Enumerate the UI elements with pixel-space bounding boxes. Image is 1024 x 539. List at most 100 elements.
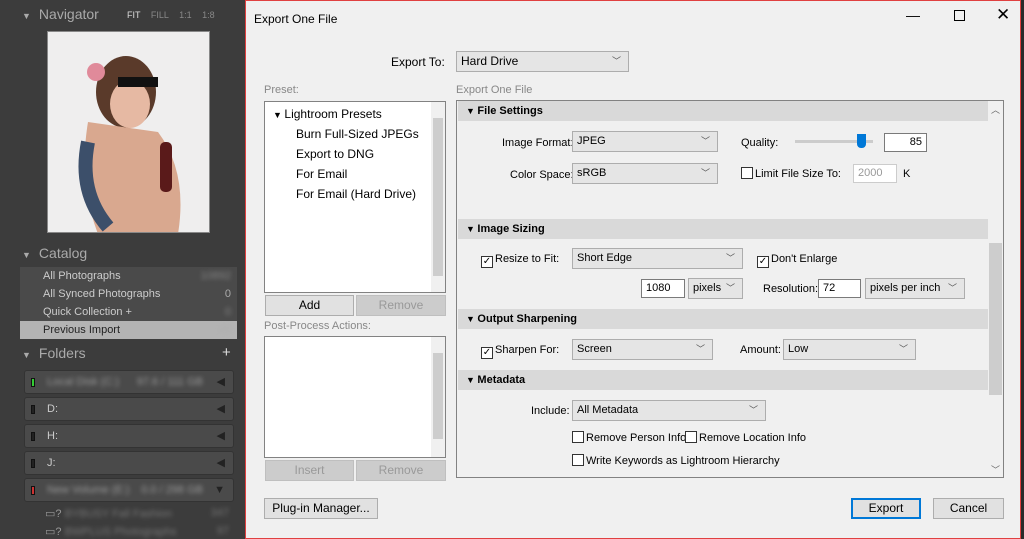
folder-drive[interactable]: New Volume (E:) 0.0 / 298 GB ▼ xyxy=(24,478,234,502)
export-to-select[interactable]: Hard Drive ﹀ xyxy=(456,51,629,72)
catalog-header[interactable]: ▼ Catalog xyxy=(22,245,87,261)
folder-drive[interactable]: J: ◀ xyxy=(24,451,234,475)
preset-item[interactable]: For Email (Hard Drive) xyxy=(296,187,416,201)
resize-to-fit-checkbox[interactable]: ✓ Resize to Fit: xyxy=(481,253,559,268)
subfolder-item[interactable]: ▭? BYBUSY Fall Fashion 347 xyxy=(45,507,235,520)
folder-drive[interactable]: Local Disk (C:) 97.6 / 111 GB ◀ xyxy=(24,370,234,394)
catalog-item-selected[interactable]: Previous Import 46 xyxy=(20,321,237,339)
limit-file-size-input[interactable]: 2000 xyxy=(853,164,897,183)
color-space-label: Color Space: xyxy=(510,169,574,181)
zoom-fit[interactable]: FIT xyxy=(127,10,140,20)
expand-arrow-icon: ◀ xyxy=(216,430,225,442)
dont-enlarge-checkbox[interactable]: ✓ Don't Enlarge xyxy=(757,253,837,268)
folders-header[interactable]: ▼ Folders xyxy=(22,345,86,361)
drive-label: D: xyxy=(47,403,58,415)
drive-label: J: xyxy=(47,457,56,469)
subfolder-label: BYBUSY Fall Fashion xyxy=(64,508,172,520)
export-button[interactable]: Export xyxy=(851,498,921,519)
amount-select[interactable]: Low ﹀ xyxy=(783,339,916,360)
scroll-down-icon[interactable]: ﹀ xyxy=(991,463,1000,476)
image-format-select[interactable]: JPEG ﹀ xyxy=(572,131,718,152)
cancel-button[interactable]: Cancel xyxy=(933,498,1004,519)
checkbox-label: Limit File Size To: xyxy=(755,168,841,180)
write-keywords-checkbox[interactable]: Write Keywords as Lightroom Hierarchy xyxy=(572,454,780,467)
scrollbar-thumb[interactable] xyxy=(433,118,443,276)
quality-slider[interactable] xyxy=(795,134,873,148)
catalog-item[interactable]: All Synced Photographs 0 xyxy=(20,285,237,303)
preset-scrollbar[interactable] xyxy=(431,102,445,292)
remove-person-info-checkbox[interactable]: Remove Person Info xyxy=(572,431,686,444)
select-value: pixels per inch xyxy=(870,282,941,294)
scrollbar-thumb[interactable] xyxy=(989,243,1002,395)
sharpen-for-checkbox[interactable]: ✓ Sharpen For: xyxy=(481,344,559,359)
remove-location-info-checkbox[interactable]: Remove Location Info xyxy=(685,431,806,444)
chevron-down-icon: ﹀ xyxy=(748,405,758,415)
drive-led-icon xyxy=(31,378,35,387)
subfolder-item[interactable]: ▭? BWPLUS Photographs 97 xyxy=(45,525,235,538)
limit-file-size-checkbox[interactable]: Limit File Size To: xyxy=(741,167,841,180)
select-value: pixels xyxy=(693,282,722,294)
resolution-label: Resolution: xyxy=(763,283,819,295)
catalog-item[interactable]: All Photographs 10892 xyxy=(20,267,237,285)
catalog-item-label: All Photographs xyxy=(43,270,121,282)
drive-led-icon xyxy=(31,432,35,441)
metadata-header[interactable]: ▼ Metadata xyxy=(458,370,988,390)
sharpen-for-select[interactable]: Screen ﹀ xyxy=(572,339,713,360)
export-panel-label: Export One File xyxy=(456,84,533,96)
preset-folder[interactable]: ▼ Lightroom Presets xyxy=(273,107,382,121)
preset-item[interactable]: Burn Full-Sized JPEGs xyxy=(296,127,419,141)
quality-slider-thumb[interactable] xyxy=(857,134,867,148)
collapse-triangle-icon: ▼ xyxy=(466,375,478,385)
plus-icon[interactable]: + xyxy=(222,344,231,361)
checkbox-label: Remove Location Info xyxy=(699,432,807,444)
scroll-up-icon[interactable]: ︿ xyxy=(991,103,1000,116)
chevron-down-icon: ﹀ xyxy=(611,56,621,66)
folder-drive[interactable]: H: ◀ xyxy=(24,424,234,448)
insert-button[interactable]: Insert xyxy=(265,460,354,481)
size-input[interactable]: 1080 xyxy=(641,279,685,298)
resize-mode-select[interactable]: Short Edge ﹀ xyxy=(572,248,743,269)
close-button[interactable]: ✕ xyxy=(996,5,1010,25)
catalog-item-count: 0 xyxy=(224,306,231,318)
preset-item[interactable]: Export to DNG xyxy=(296,147,374,161)
maximize-button[interactable] xyxy=(954,10,965,21)
quality-input[interactable]: 85 xyxy=(884,133,927,152)
drive-info: 0.0 / 298 GB xyxy=(141,484,203,496)
collapse-triangle-icon: ▼ xyxy=(22,350,31,360)
include-metadata-select[interactable]: All Metadata ﹀ xyxy=(572,400,766,421)
navigator-preview-image xyxy=(47,31,210,233)
remove-preset-button[interactable]: Remove xyxy=(356,295,446,316)
minimize-button[interactable]: — xyxy=(906,7,920,23)
select-value: Short Edge xyxy=(577,252,633,264)
catalog-item-count: 46 xyxy=(218,324,231,336)
preset-item[interactable]: For Email xyxy=(296,167,347,181)
zoom-1-8[interactable]: 1:8 xyxy=(202,10,215,20)
lightroom-left-panel: ▼ Navigator FIT FILL 1:1 1:8 ▼ Catalog All… xyxy=(0,0,245,539)
expand-arrow-icon: ◀ xyxy=(216,403,225,415)
catalog-item[interactable]: Quick Collection + 0 xyxy=(20,303,237,321)
image-sizing-header[interactable]: ▼ Image Sizing xyxy=(458,219,988,239)
export-dialog: Export One File — ✕ Export To: Hard Driv… xyxy=(245,0,1021,539)
resolution-input[interactable]: 72 xyxy=(818,279,861,298)
color-space-select[interactable]: sRGB ﹀ xyxy=(572,163,718,184)
navigator-title: Navigator xyxy=(38,6,99,22)
plugin-manager-button[interactable]: Plug-in Manager... xyxy=(264,498,378,519)
resolution-unit-select[interactable]: pixels per inch ﹀ xyxy=(865,278,965,299)
size-unit-select[interactable]: pixels ﹀ xyxy=(688,278,743,299)
export-to-label: Export To: xyxy=(391,55,445,69)
file-settings-header[interactable]: ▼ File Settings xyxy=(458,101,988,121)
post-process-scrollbar[interactable] xyxy=(431,337,445,457)
chevron-down-icon: ﹀ xyxy=(898,344,908,354)
output-sharpening-header[interactable]: ▼ Output Sharpening xyxy=(458,309,988,329)
add-preset-button[interactable]: Add xyxy=(265,295,354,316)
subfolder-count: 347 xyxy=(210,507,229,519)
navigator-header[interactable]: ▼ Navigator xyxy=(22,6,99,22)
zoom-fill[interactable]: FILL xyxy=(151,10,169,20)
scrollbar-thumb[interactable] xyxy=(433,353,443,439)
checkmark-icon: ✓ xyxy=(481,256,493,268)
remove-action-button[interactable]: Remove xyxy=(356,460,446,481)
chevron-down-icon: ﹀ xyxy=(947,283,957,293)
folder-drive[interactable]: D: ◀ xyxy=(24,397,234,421)
zoom-1-1[interactable]: 1:1 xyxy=(179,10,192,20)
settings-scrollbar[interactable]: ︿ ﹀ xyxy=(988,101,1003,477)
